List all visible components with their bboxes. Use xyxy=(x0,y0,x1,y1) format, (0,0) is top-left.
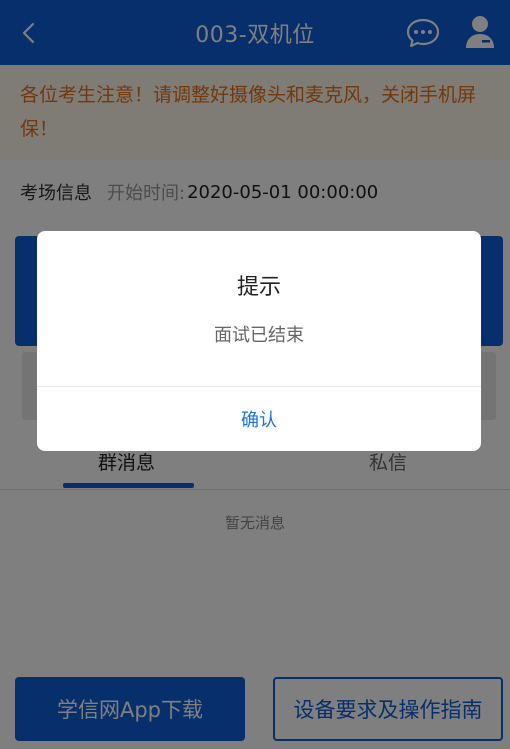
confirm-button[interactable]: 确认 xyxy=(37,387,481,451)
dialog-message: 面试已结束 xyxy=(214,325,304,346)
dialog-title: 提示 xyxy=(236,275,281,300)
alert-dialog: 提示 面试已结束 确认 xyxy=(37,231,481,451)
